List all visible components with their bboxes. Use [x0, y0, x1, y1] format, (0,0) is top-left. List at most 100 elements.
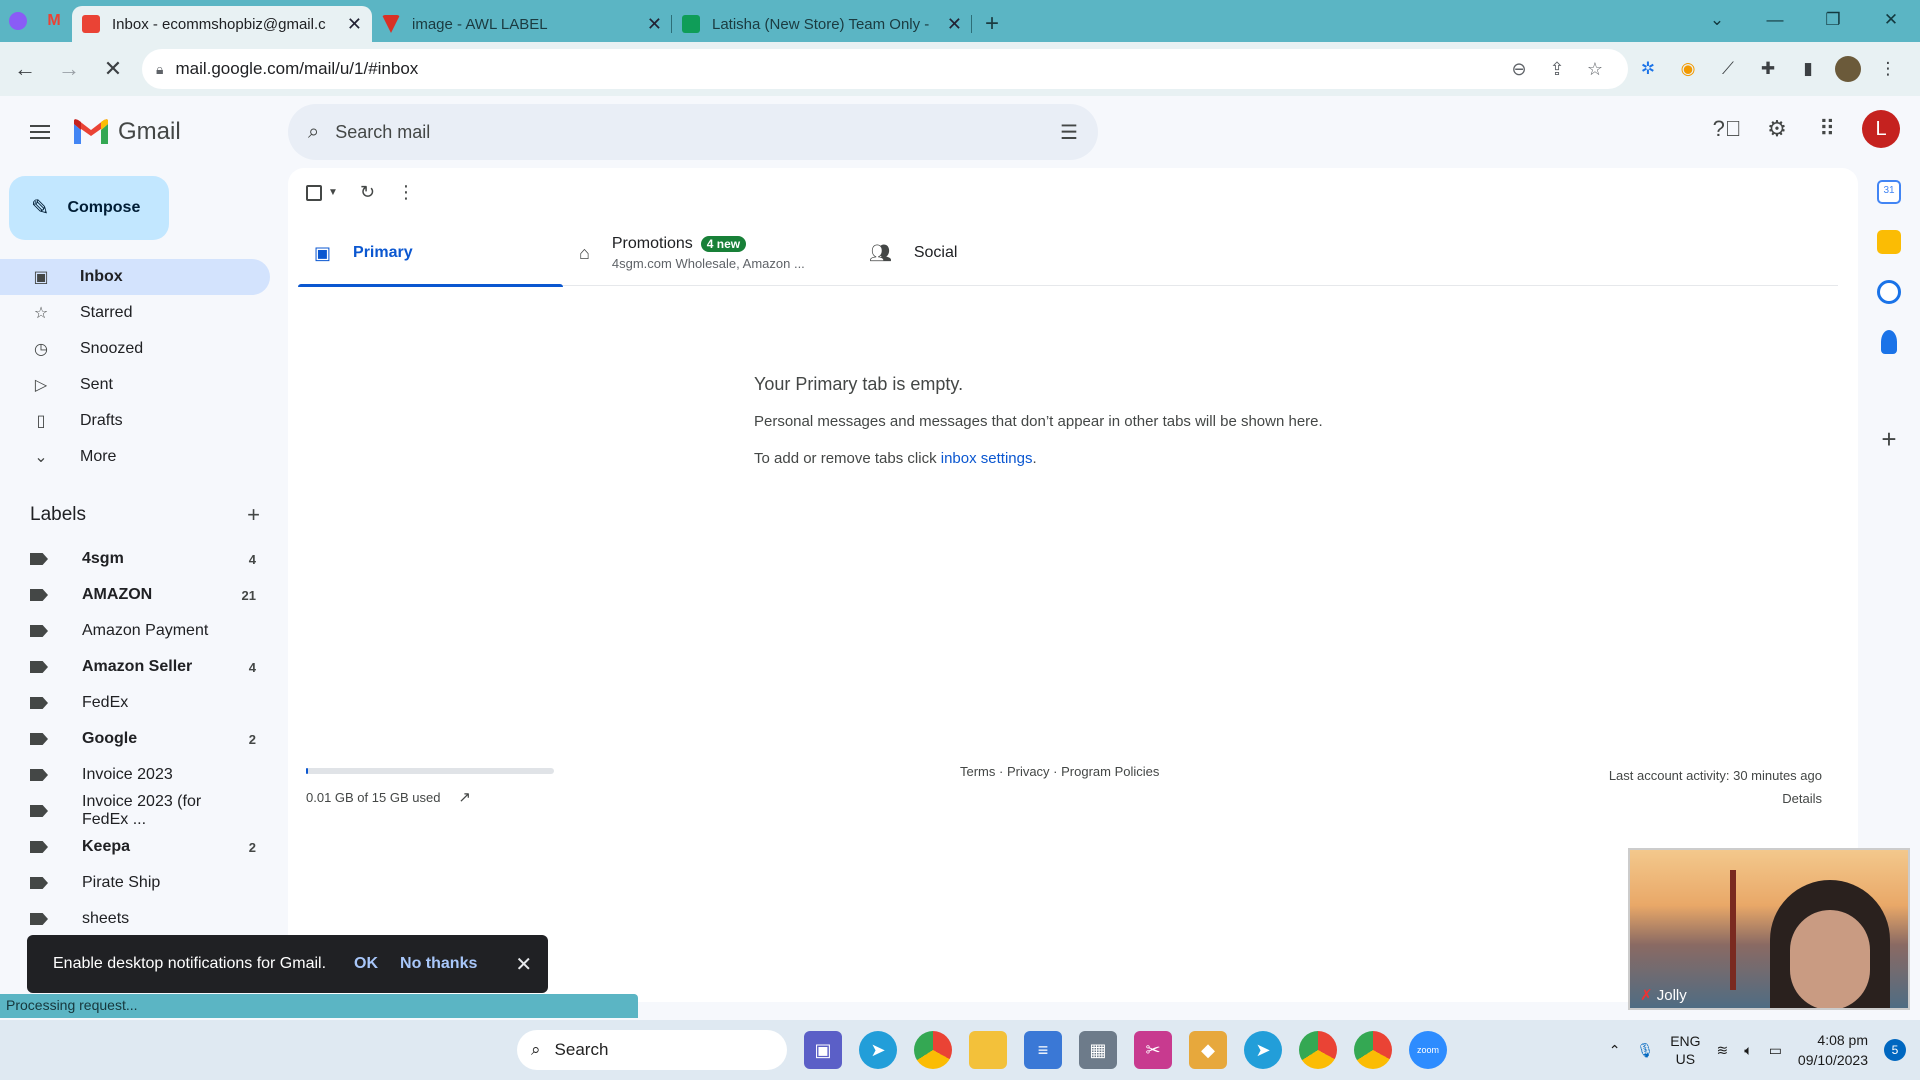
calendar-icon[interactable]: 31: [1877, 180, 1901, 204]
extension-3-icon[interactable]: ⟋: [1708, 49, 1748, 89]
label-item[interactable]: Amazon Seller 4: [0, 649, 270, 685]
gmail-pinned-tab[interactable]: M: [36, 0, 72, 42]
label-item[interactable]: Keepa 2: [0, 829, 270, 865]
back-icon[interactable]: ←: [6, 50, 44, 88]
windows-start-icon[interactable]: [470, 1035, 500, 1065]
compose-button[interactable]: ✎ Compose: [9, 176, 169, 240]
more-vert-icon[interactable]: ⋮: [397, 182, 415, 203]
close-tab-icon[interactable]: ✕: [947, 14, 962, 35]
tab-social[interactable]: 👥︎ Social: [853, 220, 1118, 286]
chrome-3-icon[interactable]: [1354, 1031, 1392, 1069]
get-addons-icon[interactable]: +: [1881, 424, 1896, 455]
settings-gear-icon[interactable]: ⚙: [1756, 108, 1798, 150]
battery-icon[interactable]: ▭: [1769, 1042, 1782, 1059]
details-link[interactable]: Details: [1609, 787, 1822, 810]
footer-links[interactable]: Terms · Privacy · Program Policies: [960, 764, 1159, 779]
restore-icon[interactable]: ❐: [1804, 0, 1862, 40]
keep-icon[interactable]: [1877, 230, 1901, 254]
refresh-icon[interactable]: ↻: [360, 182, 375, 203]
language-indicator[interactable]: ENG US: [1670, 1032, 1700, 1068]
browser-tab-awl-label[interactable]: image - AWL LABEL ✕: [372, 6, 672, 42]
region-code: US: [1675, 1051, 1696, 1067]
extension-1-icon[interactable]: ✲: [1628, 49, 1668, 89]
search-input[interactable]: Search mail: [335, 122, 1060, 143]
snipping-tool-icon[interactable]: ✂: [1134, 1031, 1172, 1069]
zoom-icon[interactable]: zoom: [1409, 1031, 1447, 1069]
bookmark-star-icon[interactable]: ☆: [1576, 59, 1614, 80]
gmail-logo[interactable]: Gmail: [72, 118, 181, 146]
chrome-2-icon[interactable]: [1299, 1031, 1337, 1069]
chrome-icon[interactable]: [914, 1031, 952, 1069]
extensions-puzzle-icon[interactable]: ✚: [1748, 49, 1788, 89]
messenger-tab[interactable]: [0, 0, 36, 42]
label-item[interactable]: sheets: [0, 901, 270, 937]
telegram-2-icon[interactable]: ➤: [1244, 1031, 1282, 1069]
tab-primary[interactable]: ▣ Primary: [298, 220, 563, 287]
show-hidden-icon[interactable]: ⌃: [1609, 1042, 1621, 1059]
forward-icon[interactable]: →: [50, 50, 88, 88]
label-item[interactable]: Google 2: [0, 721, 270, 757]
tab-search-icon[interactable]: ⌄: [1688, 0, 1746, 40]
label-item[interactable]: Invoice 2023: [0, 757, 270, 793]
label-item[interactable]: 4sgm 4: [0, 541, 270, 577]
browser-tab-sheets[interactable]: Latisha (New Store) Team Only - ✕: [672, 6, 972, 42]
share-icon[interactable]: ⇪: [1538, 59, 1576, 80]
search-icon[interactable]: ⌕: [308, 121, 319, 144]
extension-2-icon[interactable]: ◉: [1668, 49, 1708, 89]
search-options-icon[interactable]: ☰: [1060, 120, 1078, 145]
minimize-icon[interactable]: —: [1746, 0, 1804, 40]
support-icon[interactable]: ?⃝: [1706, 108, 1748, 150]
stop-loading-icon[interactable]: ✕: [94, 50, 132, 88]
apps-grid-icon[interactable]: ⠿: [1806, 108, 1848, 150]
clock[interactable]: 4:08 pm 09/10/2023: [1798, 1030, 1868, 1070]
label-item[interactable]: FedEx: [0, 685, 270, 721]
search-bar[interactable]: ⌕ Search mail ☰: [288, 104, 1098, 160]
open-external-icon[interactable]: ↗: [458, 788, 471, 806]
tab-promotions[interactable]: ⌂ Promotions 4 new 4sgm.com Wholesale, Am…: [563, 220, 853, 286]
browser-tab-inbox[interactable]: Inbox - ecommshopbiz@gmail.c ✕: [72, 6, 372, 42]
zoom-icon[interactable]: ⊖: [1500, 59, 1538, 80]
file-explorer-icon[interactable]: [969, 1031, 1007, 1069]
teams-icon[interactable]: ▣: [804, 1031, 842, 1069]
account-avatar[interactable]: L: [1862, 110, 1900, 148]
nav-label: Sent: [80, 376, 113, 393]
notification-count-badge[interactable]: 5: [1884, 1039, 1906, 1061]
close-icon[interactable]: ✕: [515, 952, 532, 977]
tasks-icon[interactable]: [1877, 280, 1901, 304]
nav-item-inbox[interactable]: ▣ Inbox: [0, 259, 270, 295]
close-tab-icon[interactable]: ✕: [647, 14, 662, 35]
nav-item-snoozed[interactable]: ◷ Snoozed: [0, 331, 270, 367]
select-checkbox[interactable]: ▼: [306, 184, 338, 201]
taskbar-search[interactable]: ⌕ Search: [517, 1030, 787, 1070]
add-label-icon[interactable]: +: [247, 502, 260, 528]
nav-item-sent[interactable]: ▷ Sent: [0, 367, 270, 403]
browser-menu-icon[interactable]: ⋮: [1868, 49, 1908, 89]
close-tab-icon[interactable]: ✕: [347, 14, 362, 35]
profile-icon[interactable]: [1828, 49, 1868, 89]
nav-item-drafts[interactable]: ▯ Drafts: [0, 403, 270, 439]
nav-item-starred[interactable]: ☆ Starred: [0, 295, 270, 331]
status-bar: Processing request...: [0, 994, 638, 1018]
label-item[interactable]: Pirate Ship: [0, 865, 270, 901]
new-tab-button[interactable]: +: [972, 6, 1012, 42]
inbox-settings-link[interactable]: inbox settings: [941, 450, 1033, 467]
contacts-icon[interactable]: [1881, 330, 1897, 354]
close-window-icon[interactable]: ✕: [1862, 0, 1920, 40]
app-icon[interactable]: ◆: [1189, 1031, 1227, 1069]
video-call-overlay[interactable]: ✗ Jolly: [1628, 848, 1910, 1010]
label-item[interactable]: AMAZON 21: [0, 577, 270, 613]
address-bar[interactable]: 🔒︎ mail.google.com/mail/u/1/#inbox ⊖ ⇪ ☆: [142, 49, 1628, 89]
ok-button[interactable]: OK: [354, 955, 378, 973]
wifi-icon[interactable]: ≋: [1717, 1042, 1729, 1059]
no-thanks-button[interactable]: No thanks: [400, 955, 477, 973]
microphone-icon[interactable]: 🎙︎: [1636, 1042, 1654, 1059]
main-menu-icon[interactable]: [16, 108, 64, 156]
label-item[interactable]: Amazon Payment: [0, 613, 270, 649]
label-item[interactable]: Invoice 2023 (for FedEx ...: [0, 793, 270, 829]
calculator-icon[interactable]: ▦: [1079, 1031, 1117, 1069]
volume-icon[interactable]: 🔈︎: [1744, 1042, 1752, 1059]
nav-item-more[interactable]: ⌄ More: [0, 439, 270, 475]
notepad-icon[interactable]: ≡: [1024, 1031, 1062, 1069]
side-panel-icon[interactable]: ▮: [1788, 49, 1828, 89]
telegram-icon[interactable]: ➤: [859, 1031, 897, 1069]
